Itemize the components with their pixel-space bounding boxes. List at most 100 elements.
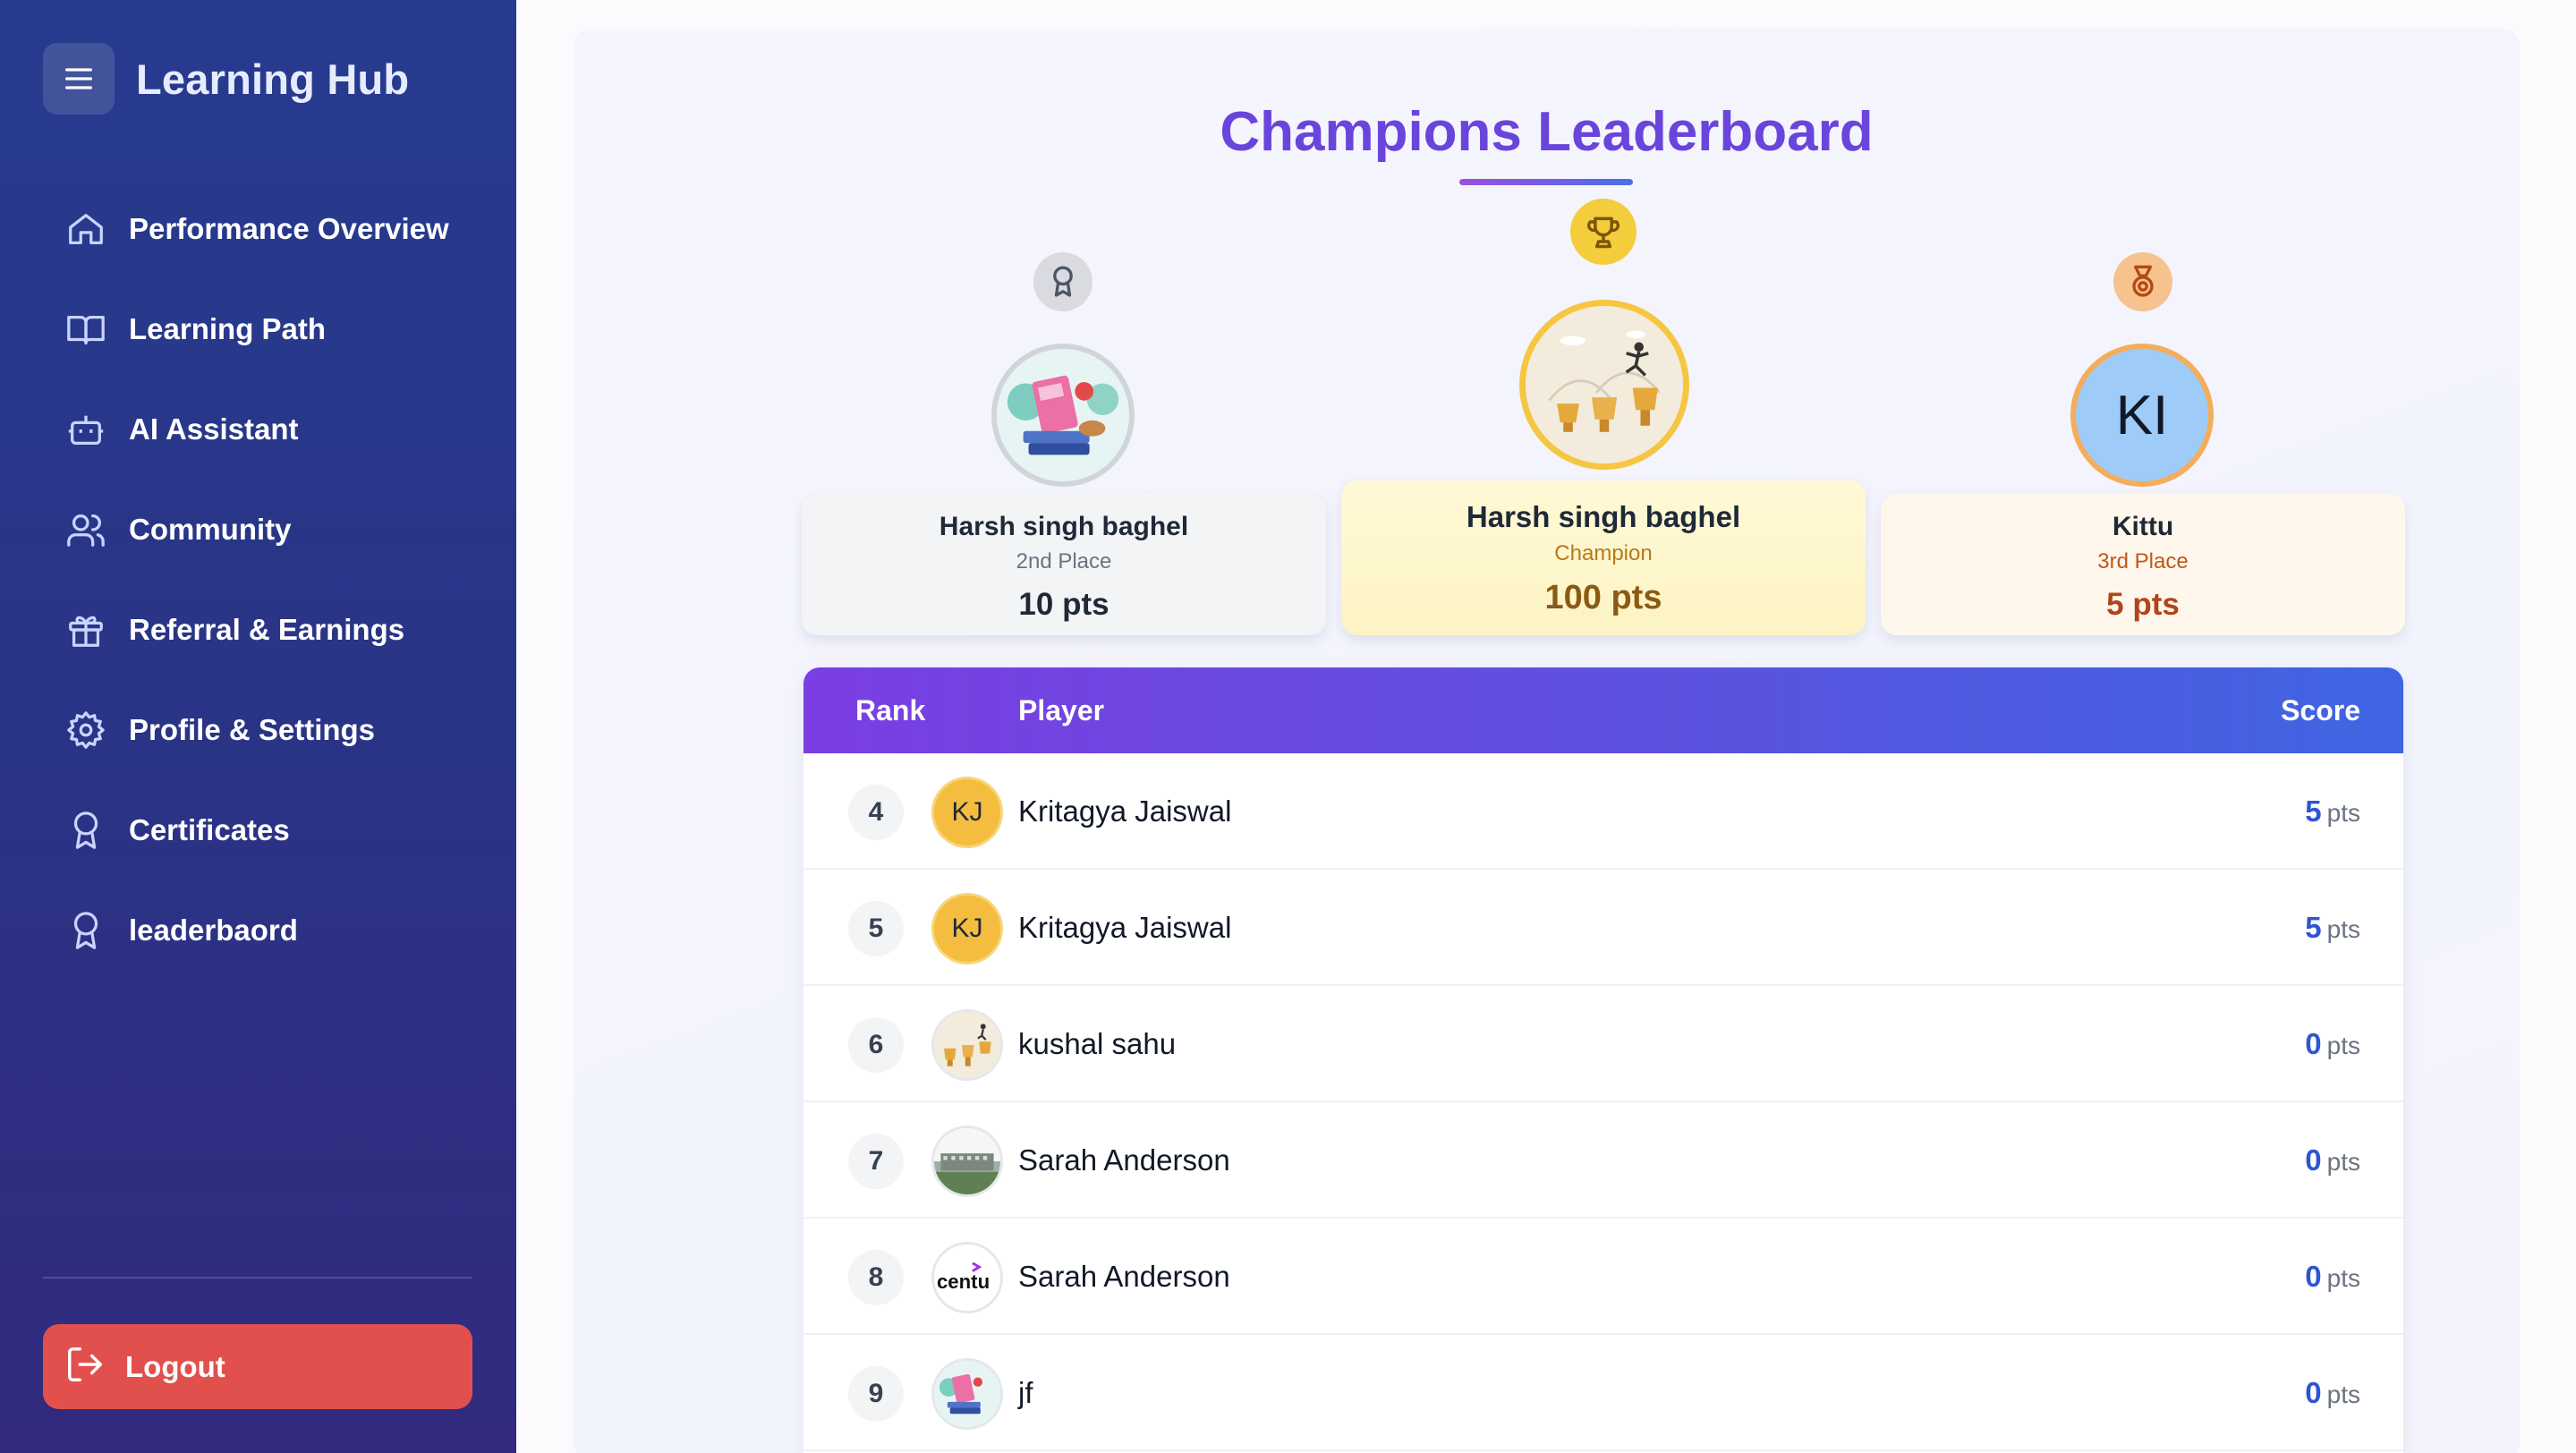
sidebar-item-label: Referral & Earnings: [129, 613, 405, 646]
app-title: Learning Hub: [136, 55, 410, 103]
silver-medal-icon: [1033, 252, 1092, 311]
player-name: Kritagya Jaiswal: [1018, 794, 1232, 828]
avatar: [931, 1126, 1003, 1197]
score-unit: pts: [2326, 915, 2360, 943]
score-value: 5: [2305, 794, 2322, 828]
table-row: 7 Sarah Anderson 0 pts: [803, 1102, 2403, 1219]
table-row: 9 jf 0 pts: [803, 1335, 2403, 1451]
table-row: 5 KJ Kritagya Jaiswal 5 pts: [803, 870, 2403, 986]
sidebar-item-referral-earnings[interactable]: Referral & Earnings: [43, 580, 472, 680]
podium-place: 2nd Place: [1016, 549, 1112, 574]
player-name: Kritagya Jaiswal: [1018, 911, 1232, 944]
player-name: Sarah Anderson: [1018, 1143, 1230, 1177]
score-unit: pts: [2326, 1264, 2360, 1292]
column-header-rank: Rank: [855, 694, 926, 726]
logout-label: Logout: [125, 1349, 225, 1383]
podium-card-second: Harsh singh baghel 2nd Place 10 pts: [802, 494, 1326, 635]
sidebar-item-community[interactable]: Community: [43, 480, 472, 580]
table-row: 4 KJ Kritagya Jaiswal 5 pts: [803, 753, 2403, 870]
rank-badge: 7: [848, 1134, 904, 1189]
avatar: KJ: [931, 893, 1003, 964]
avatar: KJ: [931, 777, 1003, 848]
sidebar-item-label: Profile & Settings: [129, 713, 376, 746]
podium-name: Harsh singh baghel: [1466, 500, 1741, 533]
avatar-logo: centu: [931, 1242, 1003, 1313]
player-score: 0 pts: [2305, 1143, 2360, 1177]
page-title: Champions Leaderboard: [1220, 101, 1874, 163]
sidebar-item-label: leaderbaord: [129, 913, 298, 947]
score-unit: pts: [2326, 1148, 2360, 1176]
sidebar-item-ai-assistant[interactable]: AI Assistant: [43, 379, 472, 480]
sidebar-item-learning-path[interactable]: Learning Path: [43, 279, 472, 379]
podium-place: Champion: [1554, 541, 1653, 565]
bronze-medal-icon: [2113, 252, 2172, 311]
avatar: [931, 1358, 1003, 1430]
table-header: Rank Player Score: [803, 667, 2403, 753]
column-header-player: Player: [1018, 694, 1105, 726]
sidebar-brand: Learning Hub: [43, 43, 409, 115]
sidebar-item-label: Community: [129, 513, 292, 546]
player-name: kushal sahu: [1018, 1027, 1177, 1060]
award-icon: [64, 809, 107, 852]
logout-icon: [64, 1344, 106, 1389]
player-score: 0 pts: [2305, 1260, 2360, 1294]
avatar-champion: [1519, 300, 1689, 470]
sidebar-nav: Performance Overview Learning Path AI As…: [43, 179, 472, 981]
score-value: 0: [2305, 1027, 2322, 1060]
main-content: Champions Leaderboard Harsh singh baghel…: [516, 0, 2576, 1453]
sidebar-item-label: Performance Overview: [129, 212, 449, 245]
score-unit: pts: [2326, 1032, 2360, 1059]
sidebar-item-profile-settings[interactable]: Profile & Settings: [43, 680, 472, 780]
bot-icon: [64, 408, 107, 451]
podium-points: 100 pts: [1544, 579, 1662, 616]
menu-toggle-button[interactable]: [43, 43, 115, 115]
podium-card-champion: Harsh singh baghel Champion 100 pts: [1341, 480, 1866, 635]
player-score: 5 pts: [2305, 794, 2360, 828]
avatar-third-place: KI: [2070, 344, 2214, 487]
users-icon: [64, 508, 107, 551]
score-value: 0: [2305, 1260, 2322, 1293]
sidebar-item-label: Learning Path: [129, 312, 327, 345]
podium-card-third: Kittu 3rd Place 5 pts: [1881, 494, 2405, 635]
leaderboard-panel: Champions Leaderboard Harsh singh baghel…: [574, 29, 2520, 1453]
podium-place: 3rd Place: [2097, 549, 2189, 574]
home-icon: [64, 208, 107, 251]
sidebar-item-certificates[interactable]: Certificates: [43, 780, 472, 880]
score-value: 0: [2305, 1376, 2322, 1409]
logout-button[interactable]: Logout: [43, 1324, 472, 1409]
column-header-score: Score: [2281, 694, 2360, 726]
score-value: 5: [2305, 911, 2322, 944]
score-unit: pts: [2326, 1381, 2360, 1408]
gear-icon: [64, 709, 107, 752]
trophy-icon: [1570, 199, 1637, 265]
podium-points: 10 pts: [1018, 587, 1109, 622]
avatar-initials: KI: [2115, 384, 2169, 446]
gift-icon: [64, 608, 107, 651]
player-score: 0 pts: [2305, 1376, 2360, 1410]
table-row: 8 centu Sarah Anderson 0 pts: [803, 1219, 2403, 1335]
player-name: jf: [1018, 1376, 1033, 1409]
rank-badge: 4: [848, 785, 904, 840]
score-unit: pts: [2326, 799, 2360, 827]
player-name: Sarah Anderson: [1018, 1260, 1230, 1293]
avatar-initials: KJ: [951, 797, 983, 827]
score-value: 0: [2305, 1143, 2322, 1177]
rank-badge: 9: [848, 1366, 904, 1422]
rank-badge: 8: [848, 1250, 904, 1305]
podium-points: 5 pts: [2106, 587, 2180, 622]
book-icon: [64, 308, 107, 351]
sidebar-item-label: AI Assistant: [129, 412, 299, 446]
sidebar-item-leaderboard[interactable]: leaderbaord: [43, 880, 472, 981]
leaderboard-table: Rank Player Score 4 KJ Kritagya Jaiswal …: [803, 667, 2403, 1453]
hamburger-icon: [65, 68, 93, 89]
sidebar-item-performance-overview[interactable]: Performance Overview: [43, 179, 472, 279]
rank-badge: 5: [848, 901, 904, 956]
avatar-initials: KJ: [951, 913, 983, 943]
title-underline: [1459, 179, 1633, 185]
avatar-second-place: [991, 344, 1135, 487]
sidebar: Learning Hub Performance Overview Learni…: [0, 0, 516, 1453]
award-icon: [64, 909, 107, 952]
logo-text: centu: [937, 1270, 990, 1293]
player-score: 0 pts: [2305, 1027, 2360, 1061]
podium-name: Kittu: [2112, 512, 2174, 541]
